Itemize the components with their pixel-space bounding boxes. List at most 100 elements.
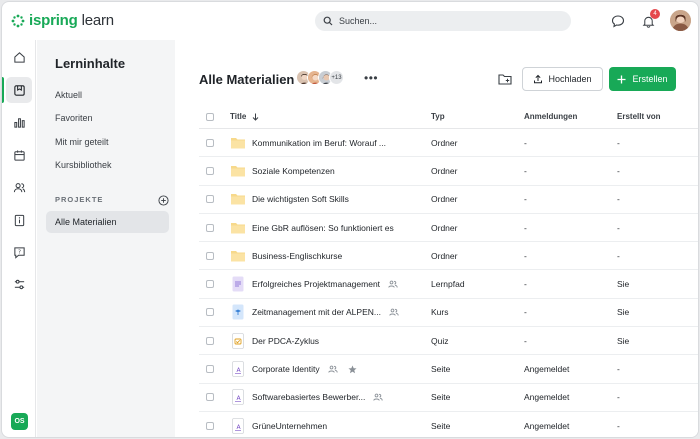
table-row[interactable]: Business-Englischkurse Ordner - - (199, 242, 698, 271)
row-checkbox[interactable] (206, 166, 214, 175)
table-row[interactable]: Soziale Kompetenzen Ordner - - (199, 157, 698, 186)
row-registrations: - (524, 194, 527, 205)
quiz-icon (232, 332, 244, 349)
row-registrations: - (524, 222, 527, 233)
nav-item-all-materials[interactable]: Alle Materialien (46, 211, 169, 233)
row-checkbox[interactable] (206, 195, 214, 204)
row-registrations: Angemeldet (524, 392, 570, 403)
row-title-cell: Soziale Kompetenzen (230, 163, 431, 179)
search-bar[interactable] (315, 11, 571, 31)
home-icon[interactable] (6, 44, 32, 70)
help-icon[interactable]: ? (6, 239, 32, 265)
row-checkbox[interactable] (206, 308, 214, 317)
row-title[interactable]: Business-Englischkurse (252, 251, 342, 261)
row-title[interactable]: Die wichtigsten Soft Skills (252, 194, 349, 204)
row-title-cell: A Corporate Identity (230, 361, 431, 377)
shared-icon (327, 365, 338, 373)
folder-icon (231, 250, 245, 262)
row-checkbox[interactable] (206, 280, 214, 289)
select-all-checkbox[interactable] (206, 112, 214, 121)
content-icon[interactable] (6, 77, 32, 103)
logo-text: ispring learn (29, 12, 114, 29)
page-icon: A (232, 361, 244, 377)
create-button-label: Erstellen (632, 74, 668, 84)
users-icon[interactable] (6, 174, 32, 200)
row-title-cell: Die wichtigsten Soft Skills (230, 191, 431, 207)
row-created-by: - (617, 165, 620, 176)
row-checkbox[interactable] (206, 365, 214, 374)
column-registrations[interactable]: Anmeldungen (524, 112, 617, 121)
learning-path-icon (232, 276, 244, 292)
main-content: Alle Materialien +13 ••• Hochladen Erste… (175, 40, 698, 437)
row-title[interactable]: Corporate Identity (252, 364, 320, 374)
notification-badge: 4 (650, 9, 660, 19)
add-project-icon[interactable] (158, 195, 169, 206)
account-badge[interactable]: OS (11, 413, 28, 430)
table-row[interactable]: A Corporate Identity Seite Angemeldet - (199, 355, 698, 384)
folder-icon (231, 222, 245, 234)
row-title[interactable]: Softwarebasiertes Bewerber... (252, 392, 365, 402)
upload-icon (534, 74, 543, 84)
table-row[interactable]: Die wichtigsten Soft Skills Ordner - - (199, 186, 698, 214)
nav-link-shared[interactable]: Mit mir geteilt (55, 137, 109, 147)
row-title[interactable]: Kommunikation im Beruf: Worauf ... (252, 138, 386, 148)
folder-icon (231, 194, 245, 205)
column-type[interactable]: Typ (431, 112, 524, 121)
table-row[interactable]: Eine GbR auflösen: So funktioniert es Ord… (199, 214, 698, 243)
row-checkbox[interactable] (206, 393, 214, 402)
row-type: Ordner (431, 194, 458, 205)
row-created-by: Sie (617, 307, 630, 318)
project-members[interactable]: +13 (296, 70, 344, 85)
row-title[interactable]: Zeitmanagement mit der ALPEN... (252, 307, 381, 317)
row-registrations: - (524, 307, 527, 318)
column-created-by[interactable]: Erstellt von (617, 112, 677, 121)
logo-icon (11, 14, 25, 27)
table-row[interactable]: A GrüneUnternehmen Seite Angemeldet - (199, 412, 698, 437)
course-icon (232, 304, 244, 320)
upload-button[interactable]: Hochladen (522, 67, 603, 91)
user-avatar[interactable] (670, 10, 691, 31)
column-title[interactable]: Title (230, 112, 431, 121)
row-checkbox[interactable] (206, 138, 214, 147)
settings-icon[interactable] (6, 271, 32, 297)
row-created-by: - (617, 420, 620, 431)
table-row[interactable]: Der PDCA-Zyklus Quiz - Sie (199, 327, 698, 356)
row-type: Kurs (431, 307, 449, 318)
row-title[interactable]: GrüneUnternehmen (252, 421, 327, 431)
search-input[interactable] (339, 16, 559, 26)
row-title[interactable]: Eine GbR auflösen: So funktioniert es (252, 223, 394, 233)
table-row[interactable]: Kommunikation im Beruf: Worauf ... Ordner… (199, 129, 698, 158)
table-row[interactable]: Erfolgreiches Projektmanagement Lernpfad -… (199, 270, 698, 299)
row-checkbox[interactable] (206, 223, 214, 232)
projects-heading: PROJEKTE (55, 195, 104, 204)
row-created-by: - (617, 392, 620, 403)
row-checkbox[interactable] (206, 421, 214, 430)
table-row[interactable]: A Softwarebasiertes Bewerber... Seite Angem… (199, 384, 698, 412)
create-button[interactable]: Erstellen (609, 67, 676, 91)
materials-table: Title Typ Anmeldungen Erstellt von Kommu… (199, 105, 698, 437)
row-title[interactable]: Erfolgreiches Projektmanagement (252, 279, 380, 289)
nav-link-favorites[interactable]: Favoriten (55, 113, 93, 123)
row-title[interactable]: Der PDCA-Zyklus (252, 336, 319, 346)
reports-icon[interactable] (6, 109, 32, 135)
row-registrations: Angemeldet (524, 420, 570, 431)
new-folder-icon[interactable] (497, 71, 513, 87)
star-icon[interactable] (348, 364, 357, 374)
chat-icon[interactable] (610, 13, 626, 29)
search-icon (323, 16, 333, 26)
row-created-by: Sie (617, 335, 630, 346)
members-more-count: +13 (329, 70, 344, 85)
nav-link-recent[interactable]: Aktuell (55, 90, 82, 100)
bell-icon[interactable]: 4 (640, 9, 660, 29)
info-icon[interactable] (6, 207, 32, 233)
logo[interactable]: ispring learn (11, 12, 114, 29)
nav-title: Lerninhalte (55, 56, 126, 71)
row-title[interactable]: Soziale Kompetenzen (252, 166, 335, 176)
nav-link-library[interactable]: Kursbibliothek (55, 160, 112, 170)
calendar-icon[interactable] (6, 142, 32, 168)
more-options-icon[interactable]: ••• (364, 71, 378, 85)
table-row[interactable]: Zeitmanagement mit der ALPEN... Kurs - Sie (199, 299, 698, 328)
row-checkbox[interactable] (206, 251, 214, 260)
row-registrations: - (524, 279, 527, 290)
row-checkbox[interactable] (206, 336, 214, 345)
